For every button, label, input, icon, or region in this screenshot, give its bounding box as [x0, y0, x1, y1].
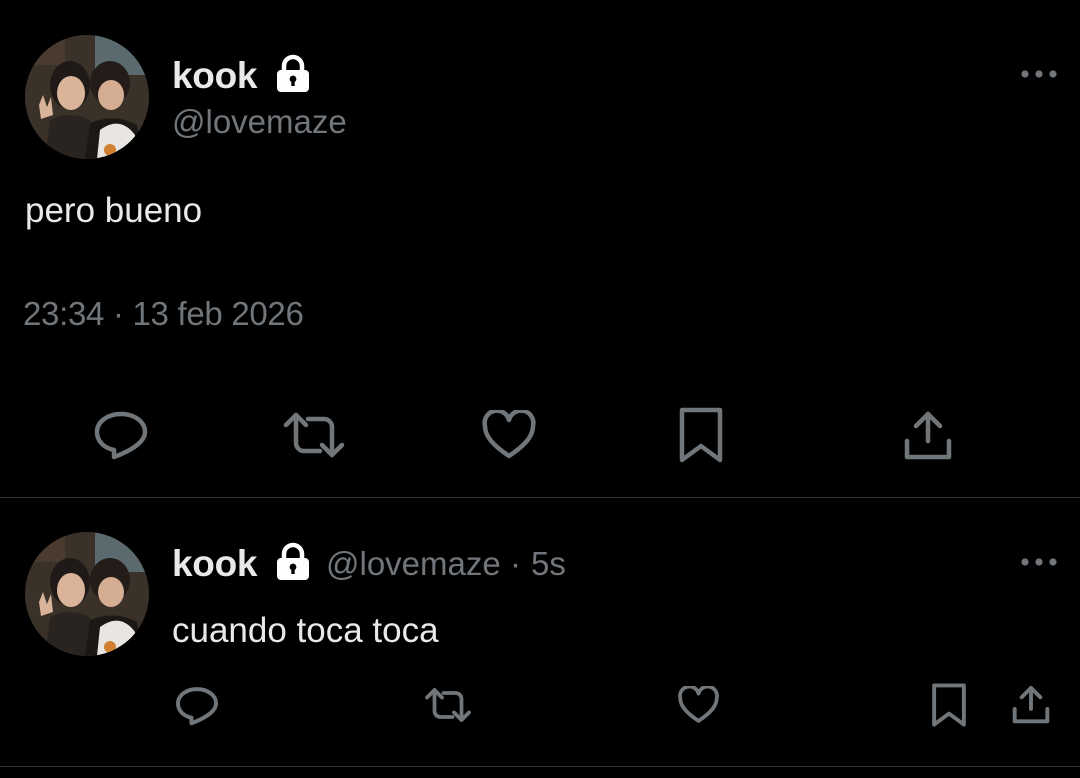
- author-handle[interactable]: @lovemaze: [326, 547, 501, 580]
- author-handle[interactable]: @lovemaze: [172, 105, 347, 138]
- avatar[interactable]: [25, 35, 149, 159]
- time-ago[interactable]: 5s: [531, 547, 566, 580]
- share-icon: [904, 411, 952, 460]
- tweet-text: pero bueno: [25, 191, 203, 230]
- lock-icon: [277, 542, 309, 580]
- tweet-divider: [0, 766, 1080, 767]
- author-name[interactable]: kook: [172, 57, 257, 94]
- reply-button[interactable]: [174, 684, 220, 726]
- share-button[interactable]: [902, 409, 954, 463]
- bookmark-icon: [679, 407, 723, 463]
- bookmark-icon: [932, 683, 966, 727]
- avatar[interactable]: [25, 532, 149, 656]
- bookmark-button[interactable]: [931, 682, 967, 728]
- more-options-icon[interactable]: [1019, 69, 1059, 79]
- retweet-icon: [425, 688, 471, 722]
- tweet-text: cuando toca toca: [172, 611, 439, 650]
- retweet-button[interactable]: [424, 686, 472, 724]
- avatar-image: [25, 532, 149, 656]
- like-icon: [678, 686, 719, 723]
- author-name[interactable]: kook: [172, 545, 257, 582]
- bookmark-button[interactable]: [678, 406, 724, 464]
- like-icon: [482, 410, 536, 459]
- more-options-icon[interactable]: [1019, 557, 1059, 567]
- avatar-image: [25, 35, 149, 159]
- share-icon: [1012, 685, 1050, 724]
- tweet-timestamp[interactable]: 23:34 · 13 feb 2026: [23, 297, 304, 330]
- lock-icon: [277, 54, 309, 92]
- tweet-divider: [0, 497, 1080, 498]
- meta-separator: ·: [510, 545, 521, 582]
- like-button[interactable]: [481, 410, 537, 460]
- retweet-icon: [283, 412, 345, 458]
- reply-button[interactable]: [92, 408, 150, 460]
- reply-icon: [175, 687, 219, 726]
- share-button[interactable]: [1010, 684, 1052, 726]
- retweet-button[interactable]: [282, 410, 346, 460]
- like-button[interactable]: [677, 686, 720, 724]
- reply-icon: [94, 411, 148, 460]
